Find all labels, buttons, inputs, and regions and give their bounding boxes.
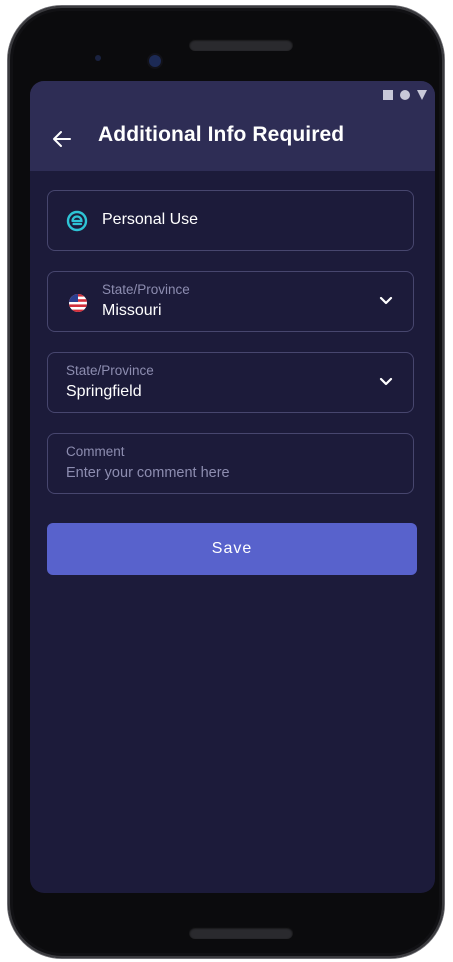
city-select[interactable]: State/Province Springfield	[47, 352, 414, 413]
status-icons	[383, 89, 427, 101]
state-value: Missouri	[102, 302, 162, 319]
comment-field[interactable]: Comment Enter your comment here	[47, 433, 414, 494]
app-screen: Additional Info Required Personal Use St…	[30, 81, 435, 893]
square-icon	[383, 90, 393, 100]
circle-icon	[400, 90, 410, 100]
app-bar: Additional Info Required	[30, 108, 435, 171]
status-bar	[30, 81, 435, 108]
city-value: Springfield	[66, 383, 142, 400]
us-flag-icon	[69, 294, 87, 312]
usage-value: Personal Use	[102, 211, 199, 228]
usage-select[interactable]: Personal Use	[47, 190, 414, 251]
earpiece-speaker	[189, 39, 293, 51]
city-label: State/Province	[66, 363, 154, 378]
proximity-sensor	[95, 55, 101, 61]
save-button[interactable]: Save	[47, 523, 417, 575]
front-camera	[149, 55, 161, 67]
state-label: State/Province	[102, 282, 190, 297]
state-select[interactable]: State/Province Missouri	[47, 271, 414, 332]
chevron-down-icon	[379, 377, 393, 386]
arrow-left-icon[interactable]	[50, 127, 74, 151]
bottom-speaker	[189, 927, 293, 939]
comment-label: Comment	[66, 444, 125, 459]
page-title: Additional Info Required	[98, 123, 345, 146]
chevron-down-icon	[379, 296, 393, 305]
triangle-icon	[417, 90, 427, 100]
brand-logo-icon	[66, 210, 88, 232]
comment-placeholder: Enter your comment here	[66, 465, 230, 481]
